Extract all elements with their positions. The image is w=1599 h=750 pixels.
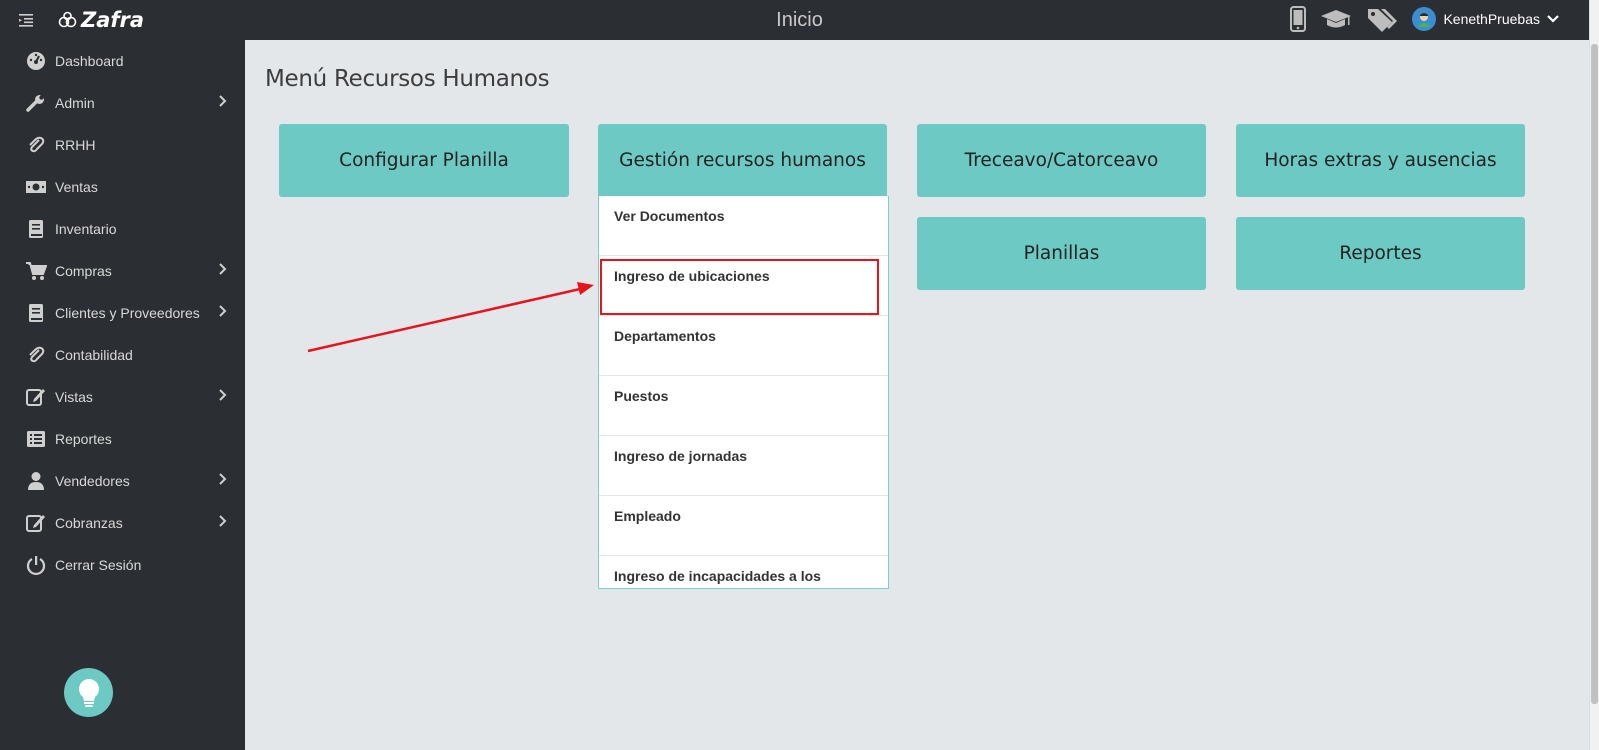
mobile-icon[interactable] xyxy=(1290,6,1307,32)
card-label: Reportes xyxy=(1339,243,1422,264)
card-label: Planillas xyxy=(1023,243,1100,264)
wrench-icon xyxy=(25,93,47,113)
dropdown-item-ver-documentos[interactable]: Ver Documentos xyxy=(599,196,888,256)
book-icon xyxy=(25,219,47,239)
treceavo-catorceavo-button[interactable]: Treceavo/Catorceavo xyxy=(917,124,1206,197)
sidebar-item-compras[interactable]: Compras xyxy=(0,254,245,288)
sidebar-item-inventario[interactable]: Inventario xyxy=(0,212,245,246)
dropdown-item-empleado[interactable]: Empleado xyxy=(599,496,888,556)
sidebar-item-label: Dashboard xyxy=(55,53,124,69)
edit-icon xyxy=(25,387,47,407)
help-button[interactable] xyxy=(64,668,113,717)
planillas-button[interactable]: Planillas xyxy=(917,217,1206,290)
lightbulb-icon xyxy=(78,678,99,707)
configurar-planilla-button[interactable]: Configurar Planilla xyxy=(279,124,569,197)
paperclip-icon xyxy=(25,345,47,365)
user-menu[interactable]: KenethPruebas xyxy=(1412,7,1559,31)
card-label: Treceavo/Catorceavo xyxy=(964,150,1159,171)
dropdown-item-ingreso-ubicaciones[interactable]: Ingreso de ubicaciones xyxy=(599,256,888,316)
reportes-button[interactable]: Reportes xyxy=(1236,217,1525,290)
zafra-logo-icon xyxy=(58,11,77,28)
horas-extras-ausencias-button[interactable]: Horas extras y ausencias xyxy=(1236,124,1525,197)
sidebar-item-cobranzas[interactable]: Cobranzas xyxy=(0,506,245,540)
chevron-right-icon xyxy=(219,389,227,401)
page-scrollbar[interactable] xyxy=(1589,0,1599,750)
topbar-actions: KenethPruebas xyxy=(1290,6,1559,32)
card-label: Configurar Planilla xyxy=(339,150,509,171)
sidebar-item-vendedores[interactable]: Vendedores xyxy=(0,464,245,498)
gestion-recursos-humanos-button[interactable]: Gestión recursos humanos xyxy=(598,124,887,197)
user-avatar-icon xyxy=(1412,7,1437,31)
sidebar-item-contabilidad[interactable]: Contabilidad xyxy=(0,338,245,372)
dropdown-item-ingreso-incapacidades[interactable]: Ingreso de incapacidades a los xyxy=(599,556,888,588)
sidebar-item-ventas[interactable]: Ventas xyxy=(0,170,245,204)
top-bar: Zafra Inicio KenethPruebas xyxy=(0,0,1599,40)
chevron-right-icon xyxy=(219,515,227,527)
sidebar-item-label: Vistas xyxy=(55,389,93,405)
sidebar-item-label: Inventario xyxy=(55,221,117,237)
graduation-cap-icon[interactable] xyxy=(1320,7,1352,31)
sidebar-item-admin[interactable]: Admin xyxy=(0,86,245,120)
dropdown-item-departamentos[interactable]: Departamentos xyxy=(599,316,888,376)
sidebar-item-label: Cerrar Sesión xyxy=(55,557,142,573)
app-logo[interactable]: Zafra xyxy=(58,8,144,32)
chevron-right-icon xyxy=(219,305,227,317)
sidebar-item-label: Vendedores xyxy=(55,473,130,489)
sidebar-item-reportes[interactable]: Reportes xyxy=(0,422,245,456)
section-title: Menú Recursos Humanos xyxy=(265,66,550,92)
sidebar-item-label: Admin xyxy=(55,95,95,111)
list-icon xyxy=(25,429,47,449)
chevron-down-icon xyxy=(1547,15,1559,23)
paperclip-icon xyxy=(25,135,47,155)
card-label: Horas extras y ausencias xyxy=(1264,150,1497,171)
tags-icon[interactable] xyxy=(1366,6,1398,32)
sidebar-item-label: Compras xyxy=(55,263,112,279)
sidebar-item-rrhh[interactable]: RRHH xyxy=(0,128,245,162)
money-icon xyxy=(25,177,47,197)
chevron-right-icon xyxy=(219,263,227,275)
sidebar-item-vistas[interactable]: Vistas xyxy=(0,380,245,414)
user-icon xyxy=(25,471,47,491)
sidebar-item-label: RRHH xyxy=(55,137,96,153)
sidebar-item-label: Ventas xyxy=(55,179,98,195)
card-label: Gestión recursos humanos xyxy=(619,150,866,171)
sidebar-item-dashboard[interactable]: Dashboard xyxy=(0,44,245,78)
sidebar-item-label: Clientes y Proveedores xyxy=(55,305,200,321)
dropdown-item-ingreso-jornadas[interactable]: Ingreso de jornadas xyxy=(599,436,888,496)
cart-icon xyxy=(25,261,47,281)
dashboard-icon xyxy=(25,51,47,71)
sidebar-item-label: Contabilidad xyxy=(55,347,133,363)
gestion-rrhh-dropdown: Ver Documentos Ingreso de ubicaciones De… xyxy=(598,196,889,589)
chevron-right-icon xyxy=(219,473,227,485)
dropdown-item-puestos[interactable]: Puestos xyxy=(599,376,888,436)
logo-text: Zafra xyxy=(81,8,145,32)
menu-collapse-icon[interactable] xyxy=(18,12,34,28)
chevron-right-icon xyxy=(219,95,227,107)
edit-icon xyxy=(25,513,47,533)
power-icon xyxy=(25,555,47,575)
sidebar-item-cerrar-sesion[interactable]: Cerrar Sesión xyxy=(0,548,245,582)
sidebar: Dashboard Admin RRHH Ventas Inventario C… xyxy=(0,40,245,750)
scrollbar-thumb[interactable] xyxy=(1591,44,1598,704)
sidebar-item-label: Cobranzas xyxy=(55,515,123,531)
sidebar-item-label: Reportes xyxy=(55,431,112,447)
book-icon xyxy=(25,303,47,323)
sidebar-item-clientes-proveedores[interactable]: Clientes y Proveedores xyxy=(0,296,245,330)
user-name: KenethPruebas xyxy=(1443,11,1540,27)
